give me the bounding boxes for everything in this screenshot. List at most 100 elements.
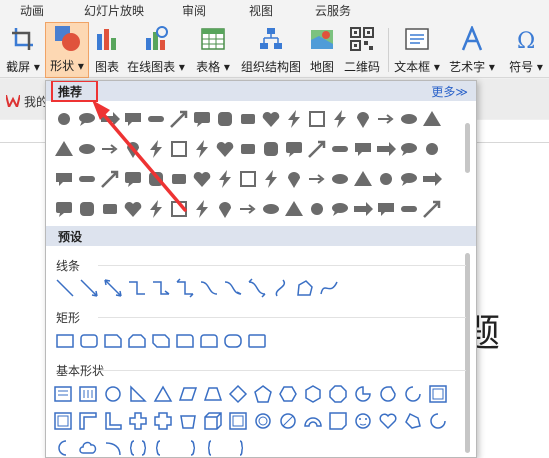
tab-slideshow[interactable]: 幻灯片放映 — [64, 0, 164, 22]
recommended-shape[interactable] — [282, 107, 306, 131]
recommended-shape[interactable] — [420, 197, 444, 221]
recommended-shape[interactable] — [75, 137, 99, 161]
recommended-shape[interactable] — [374, 107, 398, 131]
basic-shape[interactable] — [202, 383, 224, 405]
rectangle-shape[interactable] — [54, 330, 76, 352]
textbox-button[interactable]: 文本框 ▾ — [392, 22, 442, 78]
basic-shape[interactable] — [227, 410, 249, 432]
basic-shape[interactable] — [152, 410, 174, 432]
line-shape[interactable] — [174, 277, 196, 299]
shape-button[interactable]: 形状 ▾ — [45, 22, 89, 78]
basic-shape[interactable] — [77, 383, 99, 405]
basic-shape[interactable] — [377, 410, 399, 432]
rectangle-shape[interactable] — [246, 330, 268, 352]
recommended-shape[interactable] — [328, 137, 352, 161]
wordart-button[interactable]: 艺术字 ▾ — [446, 22, 498, 78]
rectangle-shape[interactable] — [150, 330, 172, 352]
preset-scrollbar[interactable] — [465, 253, 470, 453]
recommended-scrollbar[interactable] — [465, 123, 470, 173]
table-button[interactable]: 表格 ▾ — [190, 22, 236, 78]
recommended-shape[interactable] — [190, 197, 214, 221]
rectangle-shape[interactable] — [102, 330, 124, 352]
recommended-shape[interactable] — [213, 137, 237, 161]
recommended-shape[interactable] — [190, 167, 214, 191]
recommended-shape[interactable] — [167, 137, 191, 161]
basic-shape[interactable] — [127, 383, 149, 405]
recommended-shape[interactable] — [305, 107, 329, 131]
basic-shape[interactable] — [202, 437, 224, 457]
basic-shape[interactable] — [52, 437, 74, 457]
line-shape[interactable] — [150, 277, 172, 299]
recommended-shape[interactable] — [305, 137, 329, 161]
basic-shape[interactable] — [252, 383, 274, 405]
recommended-shape[interactable] — [236, 107, 260, 131]
screenshot-button[interactable]: 截屏 ▾ — [2, 22, 44, 78]
recommended-shape[interactable] — [259, 197, 283, 221]
recommended-shape[interactable] — [52, 107, 76, 131]
recommended-shape[interactable] — [328, 197, 352, 221]
recommended-shape[interactable] — [397, 137, 421, 161]
line-shape[interactable] — [78, 277, 100, 299]
basic-shape[interactable] — [77, 437, 99, 457]
recommended-shape[interactable] — [98, 167, 122, 191]
recommended-shape[interactable] — [374, 167, 398, 191]
tab-view[interactable]: 视图 — [224, 0, 298, 22]
tab-review[interactable]: 审阅 — [164, 0, 224, 22]
basic-shape[interactable] — [327, 410, 349, 432]
recommended-shape[interactable] — [397, 107, 421, 131]
basic-shape[interactable] — [102, 383, 124, 405]
tab-animation[interactable]: 动画 — [0, 0, 64, 22]
basic-shape[interactable] — [402, 410, 424, 432]
tab-cloud-service[interactable]: 云服务 — [298, 0, 368, 22]
basic-shape[interactable] — [102, 437, 124, 457]
recommended-shape[interactable] — [236, 137, 260, 161]
line-shape[interactable] — [102, 277, 124, 299]
chart-button[interactable]: 图表 — [91, 22, 123, 78]
more-link[interactable]: 更多≫ — [431, 83, 468, 100]
recommended-shape[interactable] — [351, 137, 375, 161]
recommended-shape[interactable] — [420, 137, 444, 161]
basic-shape[interactable] — [177, 437, 199, 457]
basic-shape[interactable] — [302, 383, 324, 405]
basic-shape[interactable] — [52, 383, 74, 405]
line-shape[interactable] — [222, 277, 244, 299]
basic-shape[interactable] — [152, 437, 174, 457]
recommended-shape[interactable] — [351, 167, 375, 191]
map-button[interactable]: 地图 — [306, 22, 338, 78]
recommended-shape[interactable] — [190, 137, 214, 161]
basic-shape[interactable] — [352, 383, 374, 405]
recommended-shape[interactable] — [420, 107, 444, 131]
org-chart-button[interactable]: 组织结构图 — [239, 22, 303, 78]
recommended-shape[interactable] — [305, 197, 329, 221]
line-shape[interactable] — [198, 277, 220, 299]
basic-shape[interactable] — [427, 410, 449, 432]
recommended-shape[interactable] — [420, 167, 444, 191]
basic-shape[interactable] — [77, 410, 99, 432]
line-shape[interactable] — [294, 277, 316, 299]
basic-shape[interactable] — [252, 410, 274, 432]
recommended-shape[interactable] — [144, 137, 168, 161]
recommended-shape[interactable] — [305, 167, 329, 191]
recommended-shape[interactable] — [167, 107, 191, 131]
recommended-shape[interactable] — [121, 107, 145, 131]
recommended-shape[interactable] — [190, 107, 214, 131]
basic-shape[interactable] — [277, 383, 299, 405]
basic-shape[interactable] — [177, 410, 199, 432]
recommended-shape[interactable] — [75, 197, 99, 221]
recommended-shape[interactable] — [259, 107, 283, 131]
basic-shape[interactable] — [227, 437, 249, 457]
rectangle-shape[interactable] — [198, 330, 220, 352]
line-shape[interactable] — [126, 277, 148, 299]
recommended-shape[interactable] — [167, 197, 191, 221]
recommended-shape[interactable] — [167, 167, 191, 191]
recommended-shape[interactable] — [259, 167, 283, 191]
recommended-shape[interactable] — [351, 107, 375, 131]
recommended-shape[interactable] — [144, 107, 168, 131]
recommended-shape[interactable] — [98, 197, 122, 221]
recommended-shape[interactable] — [144, 197, 168, 221]
recommended-shape[interactable] — [328, 167, 352, 191]
online-chart-button[interactable]: 在线图表 ▾ — [125, 22, 187, 78]
recommended-shape[interactable] — [144, 167, 168, 191]
basic-shape[interactable] — [202, 410, 224, 432]
basic-shape[interactable] — [277, 410, 299, 432]
